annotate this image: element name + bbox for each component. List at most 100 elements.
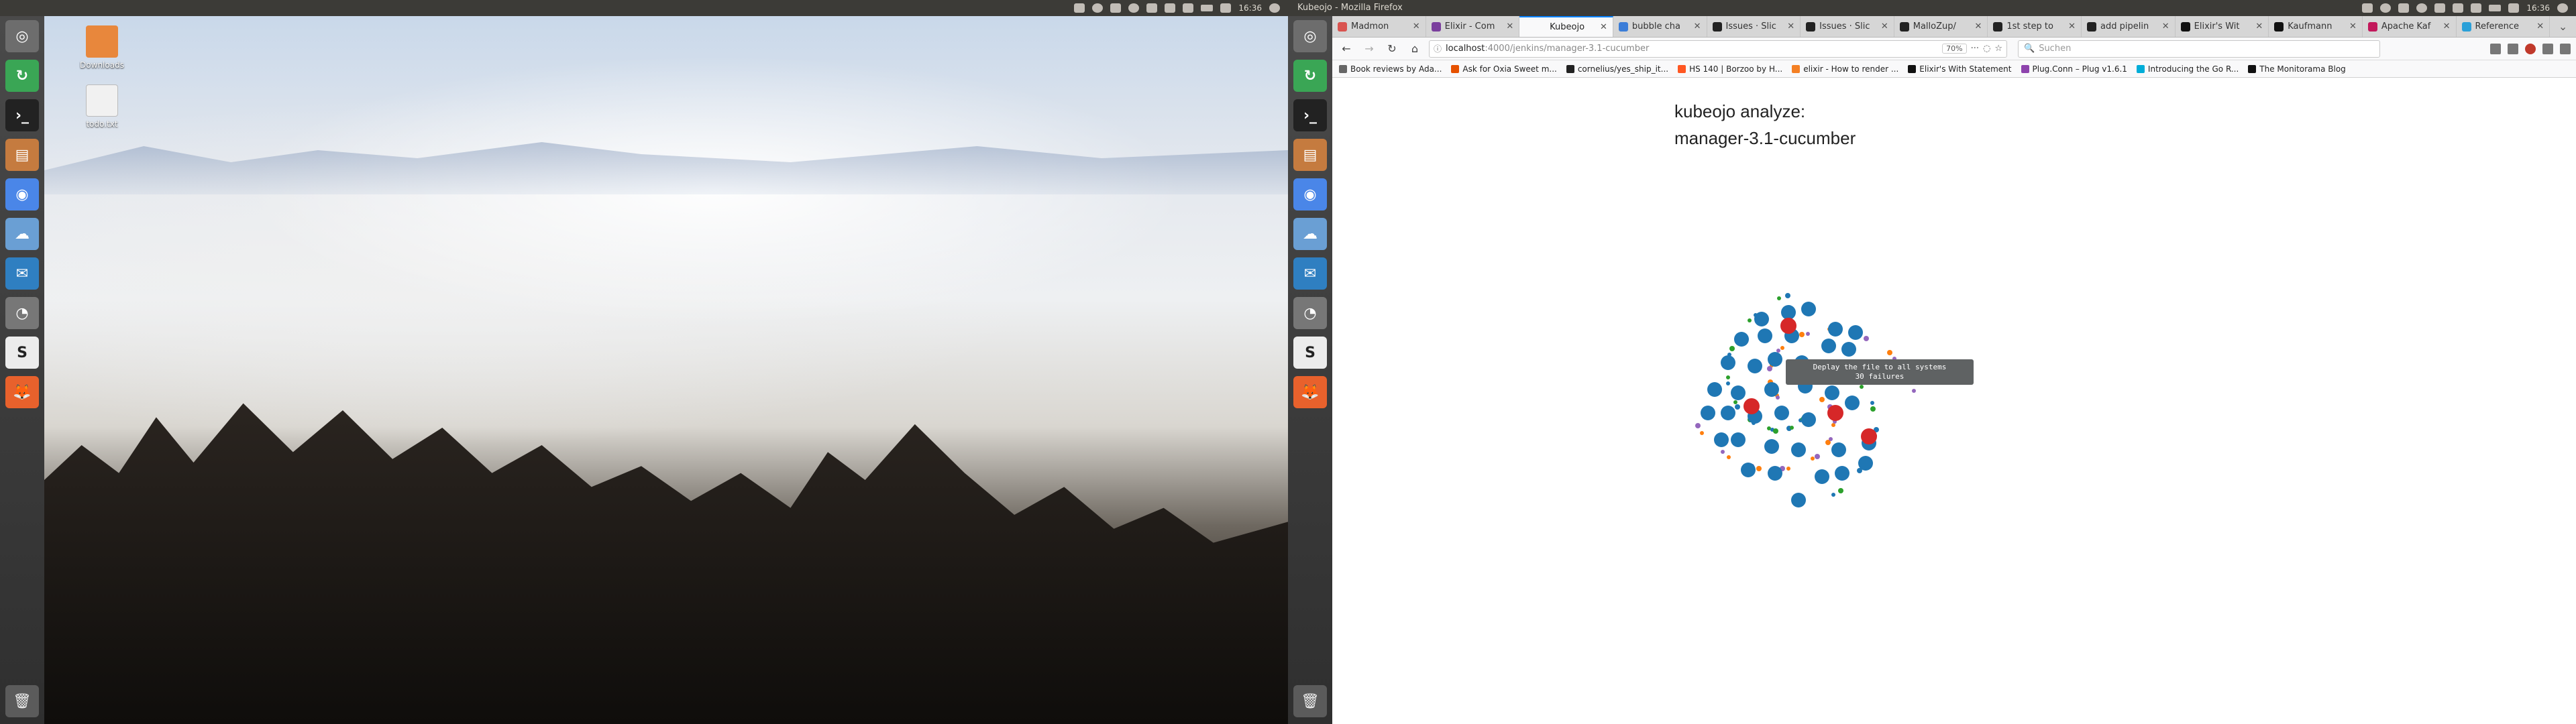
bookmark-item[interactable]: Ask for Oxia Sweet m... [1451, 64, 1557, 74]
tab-close-icon[interactable]: ✕ [1694, 21, 1701, 32]
test-bubble[interactable] [1801, 302, 1816, 316]
system-monitor-icon[interactable]: ↻ [1293, 60, 1327, 92]
settings-icon[interactable] [2362, 3, 2373, 13]
clock[interactable]: 16:36 [2526, 0, 2550, 16]
test-bubble-small[interactable] [1756, 466, 1762, 472]
language-icon[interactable] [2434, 3, 2446, 13]
tab[interactable]: Kubeojo ✕ [1519, 16, 1613, 37]
search-input[interactable]: Suchen [2039, 44, 2071, 54]
owncloud-icon[interactable]: ☁ [5, 218, 39, 250]
test-bubble[interactable] [1721, 406, 1735, 420]
zoom-indicator[interactable]: 70% [1942, 44, 1967, 54]
test-bubble-small[interactable] [1725, 381, 1730, 385]
test-bubble[interactable] [1701, 406, 1715, 420]
desktop-icon-downloads[interactable]: Downloads [75, 25, 129, 70]
test-bubble-small[interactable] [1729, 345, 1735, 351]
bluetooth-icon[interactable] [2453, 3, 2464, 13]
page-actions-icon[interactable]: ··· [1971, 44, 1979, 54]
test-bubble-small[interactable] [1726, 455, 1731, 459]
test-bubble-small[interactable] [1776, 296, 1781, 300]
bookmark-item[interactable]: Introducing the Go R... [2136, 64, 2239, 74]
reload-button[interactable]: ↻ [1383, 40, 1401, 58]
url-bar[interactable]: ⓘ localhost:4000/jenkins/manager-3.1-cuc… [1429, 40, 2007, 58]
tab[interactable]: Kaufmann ✕ [2269, 16, 2363, 37]
bookmark-item[interactable]: The Monitorama Blog [2248, 64, 2346, 74]
thunderbird-icon[interactable]: ✉ [1293, 257, 1327, 290]
test-bubble[interactable] [1721, 355, 1735, 370]
tab[interactable]: Issues · Slic ✕ [1707, 16, 1801, 37]
test-bubble-small[interactable] [1806, 331, 1811, 336]
test-bubble-small[interactable] [1784, 292, 1790, 298]
test-bubble[interactable] [1841, 342, 1856, 357]
dash-icon[interactable]: ◎ [5, 20, 39, 52]
test-bubble[interactable] [1731, 385, 1746, 400]
ublock-icon[interactable] [2525, 43, 2536, 54]
battery-icon[interactable] [2489, 5, 2502, 11]
tab[interactable]: Madmon ✕ [1332, 16, 1426, 37]
tab[interactable]: Apache Kaf ✕ [2363, 16, 2457, 37]
test-bubble[interactable] [1835, 466, 1849, 481]
tab[interactable]: 1st step to ✕ [1988, 16, 2082, 37]
test-bubble[interactable] [1831, 442, 1846, 457]
test-bubble-small[interactable] [1786, 466, 1791, 471]
tab[interactable]: Elixir's Wit ✕ [2176, 16, 2269, 37]
search-bar[interactable]: 🔍 Suchen [2018, 40, 2380, 58]
tab-close-icon[interactable]: ✕ [2162, 21, 2169, 32]
tab-close-icon[interactable]: ✕ [1600, 22, 1607, 32]
tab[interactable]: Reference ✕ [2457, 16, 2551, 37]
test-bubble-small[interactable] [1799, 332, 1805, 338]
terminal-icon[interactable]: ›_ [5, 99, 39, 131]
test-bubble-small[interactable] [1720, 450, 1725, 455]
test-bubble-small[interactable] [1695, 422, 1701, 428]
test-bubble[interactable] [1714, 432, 1729, 447]
power-icon[interactable] [1269, 3, 1280, 13]
forward-button[interactable]: → [1360, 40, 1378, 58]
system-monitor-icon[interactable]: ↻ [5, 60, 39, 92]
test-bubble[interactable] [1734, 332, 1749, 347]
update-icon[interactable] [1092, 3, 1104, 13]
test-bubble-small[interactable] [1829, 437, 1833, 442]
test-bubble-small[interactable] [1859, 385, 1864, 389]
test-bubble-small[interactable] [1838, 488, 1844, 494]
test-bubble[interactable] [1821, 339, 1836, 353]
test-bubble-small[interactable] [1734, 404, 1740, 410]
test-bubble-small[interactable] [1819, 397, 1825, 402]
tab-close-icon[interactable]: ✕ [2536, 21, 2544, 32]
bookmark-item[interactable]: Elixir's With Statement [1908, 64, 2012, 74]
test-bubble-small[interactable] [1747, 318, 1752, 322]
bluetooth-icon[interactable] [1165, 3, 1176, 13]
test-bubble[interactable] [1741, 463, 1756, 477]
volume-icon[interactable] [2508, 3, 2520, 13]
slack-icon[interactable]: S [5, 337, 39, 369]
files-icon[interactable]: ▤ [1293, 139, 1327, 171]
terminal-icon[interactable]: ›_ [1293, 99, 1327, 131]
thunderbird-icon[interactable]: ✉ [5, 257, 39, 290]
test-bubble-small[interactable] [1815, 453, 1821, 459]
library-icon[interactable] [2490, 43, 2501, 54]
info-icon[interactable]: ⓘ [1434, 43, 1442, 54]
language-icon[interactable] [1146, 3, 1158, 13]
trash-icon[interactable]: 🗑 [1293, 685, 1327, 717]
test-bubble[interactable] [1791, 493, 1806, 507]
disk-icon[interactable]: ◔ [1293, 297, 1327, 329]
test-bubble-small[interactable] [1773, 428, 1779, 434]
tab[interactable]: bubble cha ✕ [1613, 16, 1707, 37]
test-bubble-small[interactable] [1912, 388, 1917, 393]
tab[interactable]: add pipelin ✕ [2082, 16, 2176, 37]
tab-close-icon[interactable]: ✕ [1881, 21, 1888, 32]
tab-close-icon[interactable]: ✕ [2068, 21, 2076, 32]
test-bubble[interactable] [1848, 325, 1863, 340]
test-bubble[interactable] [1768, 352, 1782, 367]
test-bubble-failing[interactable] [1827, 405, 1843, 421]
tab-overflow-button[interactable]: ⌄ [2550, 16, 2576, 37]
test-bubble[interactable] [1754, 312, 1769, 326]
test-bubble-small[interactable] [1700, 431, 1705, 436]
tab-close-icon[interactable]: ✕ [1413, 21, 1420, 32]
bookmark-item[interactable]: cornelius/yes_ship_it... [1566, 64, 1668, 74]
test-bubble[interactable] [1858, 456, 1873, 471]
tab[interactable]: Issues · Slic ✕ [1801, 16, 1894, 37]
test-bubble-small[interactable] [1733, 400, 1738, 404]
test-bubble-small[interactable] [1870, 401, 1874, 406]
back-button[interactable]: ← [1338, 40, 1355, 58]
test-bubble-failing[interactable] [1743, 398, 1760, 414]
